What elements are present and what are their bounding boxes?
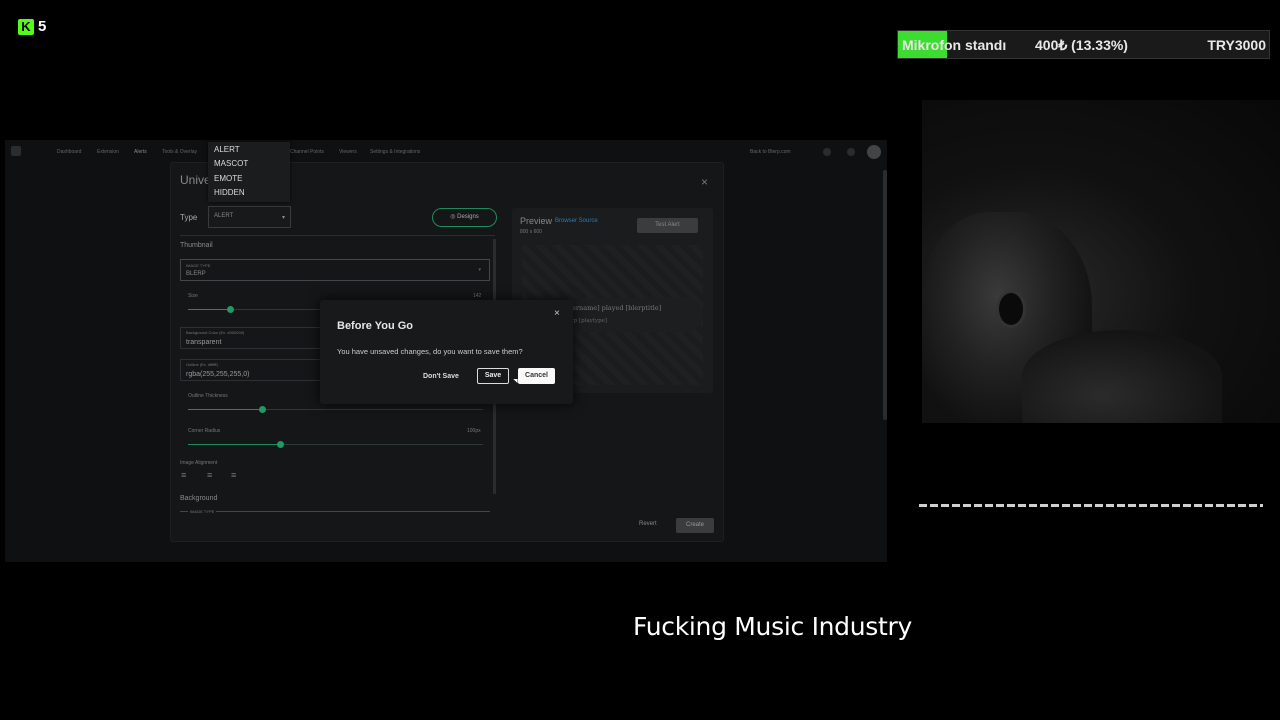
size-value: 142 — [473, 293, 482, 299]
image-type-value: BLERP — [186, 271, 206, 277]
modal-title: Unive — [180, 173, 211, 187]
outline-thickness-handle[interactable] — [259, 406, 266, 413]
outline-thickness-fill — [188, 409, 262, 410]
dont-save-button[interactable]: Don't Save — [423, 373, 459, 380]
page-scrollbar[interactable] — [883, 170, 887, 420]
background-color-label: Background Color (Ex. #000000) — [186, 330, 245, 335]
webcam-feed — [922, 100, 1280, 423]
chevron-down-icon: ▾ — [282, 215, 286, 221]
align-left-icon[interactable]: ≡ — [181, 470, 186, 480]
test-alert-button[interactable]: Test Alert — [637, 218, 698, 233]
align-center-icon[interactable]: ≡ — [207, 470, 212, 480]
type-dropdown-menu: ALERT MASCOT EMOTE HIDDEN — [208, 142, 290, 202]
channel-logo: K 5 — [18, 18, 46, 35]
dropdown-option-emote[interactable]: EMOTE — [214, 174, 242, 183]
type-label: Type — [180, 213, 198, 222]
outline-thickness-label: Outline Thickness — [188, 393, 228, 399]
corner-radius-label: Corner Radius — [188, 428, 221, 434]
outline-color-field[interactable]: Outline (Ex. #ffffff) rgba(255,255,255,0… — [180, 359, 325, 381]
designs-label: Designs — [457, 214, 479, 220]
outline-thickness-slider[interactable] — [188, 406, 483, 413]
dropdown-option-hidden[interactable]: HIDDEN — [214, 188, 245, 197]
modal-close-icon[interactable]: × — [701, 175, 708, 189]
dialog-message: You have unsaved changes, do you want to… — [337, 347, 523, 356]
background-color-value: transparent — [186, 339, 222, 346]
bottom-image-type-label: IMAGE TYPE — [188, 509, 217, 514]
align-right-icon[interactable]: ≡ — [231, 470, 236, 480]
dropdown-option-mascot[interactable]: MASCOT — [214, 159, 248, 168]
unsaved-changes-dialog: Before You Go × You have unsaved changes… — [320, 300, 573, 404]
nav-viewers[interactable]: Viewers — [339, 149, 357, 155]
now-playing-title: Fucking Music Industry — [633, 612, 912, 641]
goal-title: Mikrofon standı — [902, 37, 1007, 53]
nav-channel-points[interactable]: Channel Points — [290, 149, 324, 155]
divider — [180, 235, 495, 236]
goal-target: TRY3000 — [1207, 37, 1266, 53]
preview-label: Preview — [520, 216, 553, 226]
type-select[interactable]: ALERT ▾ — [208, 206, 291, 228]
thumbnail-label: Thumbnail — [180, 242, 213, 249]
outline-color-value: rgba(255,255,255,0) — [186, 371, 250, 378]
top-nav: Dashboard Extension Alerts Tools & Overl… — [5, 140, 887, 164]
create-button[interactable]: Create — [676, 518, 714, 533]
dialog-title: Before You Go — [337, 320, 413, 332]
image-type-select-bottom[interactable]: IMAGE TYPE — [180, 509, 490, 514]
background-section-label: Background — [180, 495, 218, 502]
image-type-label: IMAGE TYPE — [186, 263, 211, 268]
designs-button[interactable]: ◎ Designs — [432, 208, 497, 227]
nav-back-link[interactable]: Back to Blerp.com — [750, 149, 791, 155]
nav-settings[interactable]: Settings & Integrations — [370, 149, 420, 155]
revert-button[interactable]: Revert — [639, 521, 657, 527]
size-slider-handle[interactable] — [227, 306, 234, 313]
cancel-button[interactable]: Cancel — [518, 368, 555, 384]
save-button[interactable]: Save — [477, 368, 509, 384]
size-label: Size — [188, 293, 198, 299]
corner-radius-value: 100px — [467, 428, 481, 434]
nav-dashboard[interactable]: Dashboard — [57, 149, 81, 155]
chevron-down-icon: ▾ — [478, 267, 481, 273]
browser-source-link[interactable]: Browser Source — [555, 218, 598, 224]
avatar[interactable] — [867, 145, 881, 159]
goal-amount: 400₺ (13.33%) — [1035, 37, 1128, 53]
image-type-select[interactable]: IMAGE TYPE BLERP ▾ — [180, 259, 490, 281]
kick-logo-icon: K — [18, 18, 34, 35]
corner-radius-handle[interactable] — [277, 441, 284, 448]
nav-tools[interactable]: Tools & Overlay — [162, 149, 197, 155]
dialog-close-icon[interactable]: × — [554, 308, 560, 319]
type-select-value: ALERT — [214, 213, 234, 219]
nav-extension[interactable]: Extension — [97, 149, 119, 155]
headphone-icon — [996, 290, 1026, 328]
dashed-separator — [919, 504, 1263, 507]
donation-goal-bar: Mikrofon standı 400₺ (13.33%) TRY3000 — [897, 30, 1270, 59]
dropdown-option-alert[interactable]: ALERT — [214, 145, 240, 154]
corner-radius-fill — [188, 444, 280, 445]
outline-color-label: Outline (Ex. #ffffff) — [186, 362, 218, 367]
streamer-shoulder — [1022, 330, 1222, 423]
corner-radius-slider[interactable] — [188, 441, 483, 448]
nav-alerts[interactable]: Alerts — [134, 149, 147, 155]
bell-icon[interactable] — [847, 148, 855, 156]
size-slider-fill — [188, 309, 230, 310]
preview-size: 800 x 600 — [520, 229, 542, 235]
blerp-logo-icon — [11, 146, 21, 156]
notification-icon[interactable] — [823, 148, 831, 156]
alert-preview-line1: [username] played [blerptitle] — [562, 304, 662, 312]
image-alignment-label: Image Alignment — [180, 460, 218, 466]
background-color-field[interactable]: Background Color (Ex. #000000) transpare… — [180, 327, 325, 349]
logo-number: 5 — [38, 18, 47, 35]
